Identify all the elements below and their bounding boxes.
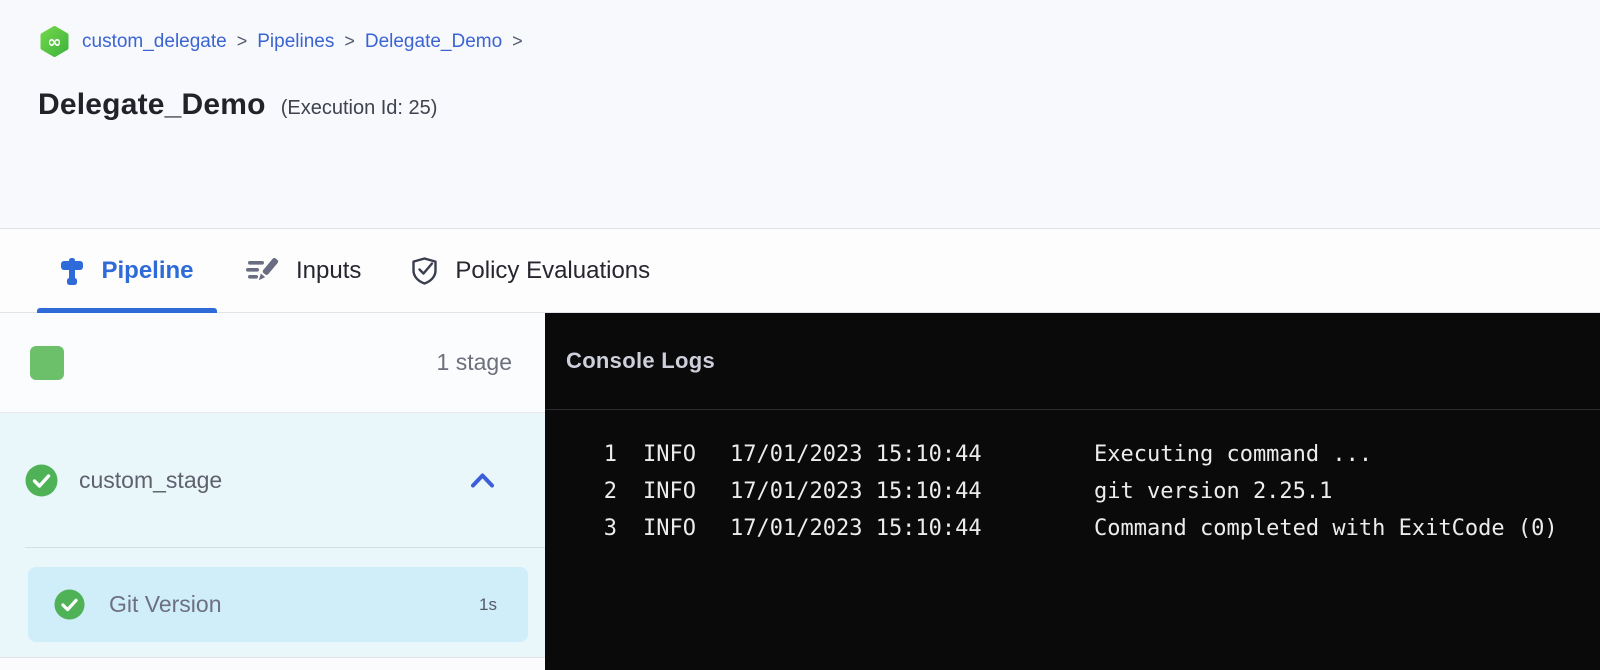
chevron-up-icon[interactable] (470, 472, 495, 489)
console-logs-panel: Console Logs 1 INFO 17/01/2023 15:10:44 … (545, 313, 1600, 670)
breadcrumb-link-pipelines[interactable]: Pipelines (257, 31, 334, 53)
log-line: 3 INFO 17/01/2023 15:10:44 Command compl… (603, 510, 1600, 547)
step-name-label: Git Version (109, 591, 479, 618)
step-list-divider (25, 547, 545, 548)
pipeline-execution-page: ∞ custom_delegate > Pipelines > Delegate… (0, 0, 1600, 670)
tab-pipeline[interactable]: Pipeline (37, 229, 217, 313)
stage-status-square (30, 346, 64, 380)
breadcrumb-link-pipeline-name[interactable]: Delegate_Demo (365, 31, 502, 53)
success-check-icon (25, 464, 58, 497)
log-timestamp: 17/01/2023 15:10:44 (730, 473, 982, 510)
breadcrumb-link-project[interactable]: custom_delegate (82, 31, 227, 53)
project-hexagon-infinity-icon: ∞ (40, 26, 69, 57)
console-logs-header: Console Logs (545, 313, 1600, 410)
stage-count-label: 1 stage (437, 349, 512, 376)
log-line-number: 3 (603, 510, 617, 547)
page-header: ∞ custom_delegate > Pipelines > Delegate… (0, 0, 1600, 229)
log-level: INFO (643, 510, 696, 547)
breadcrumb-separator: > (511, 31, 524, 52)
log-level: INFO (643, 436, 696, 473)
pipeline-icon (60, 256, 84, 286)
log-line-number: 1 (603, 436, 617, 473)
breadcrumb-separator: > (343, 31, 356, 52)
stage-row-custom-stage[interactable]: custom_stage (0, 413, 545, 547)
log-level: INFO (643, 473, 696, 510)
log-timestamp: 17/01/2023 15:10:44 (730, 436, 982, 473)
log-line: 2 INFO 17/01/2023 15:10:44 git version 2… (603, 473, 1600, 510)
inputs-edit-icon (246, 257, 279, 285)
stage-section: custom_stage Git Version 1s (0, 413, 545, 658)
stage-name-label: custom_stage (79, 467, 470, 494)
title-row: Delegate_Demo (Execution Id: 25) (38, 88, 437, 122)
console-logs-title: Console Logs (566, 348, 715, 374)
log-message: Command completed with ExitCode (0) (1094, 510, 1558, 547)
step-duration-label: 1s (479, 595, 497, 615)
log-message: Executing command ... (1094, 436, 1372, 473)
svg-text:∞: ∞ (47, 33, 61, 53)
tab-pipeline-label: Pipeline (101, 257, 193, 285)
log-timestamp: 17/01/2023 15:10:44 (730, 510, 982, 547)
step-row-git-version[interactable]: Git Version 1s (28, 567, 528, 642)
tab-policy-evaluations-label: Policy Evaluations (455, 257, 650, 285)
tab-policy-evaluations[interactable]: Policy Evaluations (411, 229, 650, 313)
tab-inputs[interactable]: Inputs (246, 229, 361, 313)
stage-panel: 1 stage custom_stage Git Version (0, 313, 545, 670)
success-check-icon (54, 589, 85, 620)
log-line-number: 2 (603, 473, 617, 510)
console-log-lines: 1 INFO 17/01/2023 15:10:44 Executing com… (545, 410, 1600, 547)
page-title: Delegate_Demo (38, 88, 266, 122)
policy-shield-icon (411, 256, 438, 286)
tab-inputs-label: Inputs (296, 257, 361, 285)
log-message: git version 2.25.1 (1094, 473, 1332, 510)
stage-panel-header: 1 stage (0, 313, 545, 413)
breadcrumb: ∞ custom_delegate > Pipelines > Delegate… (40, 26, 524, 57)
execution-tab-bar: Pipeline Inputs Policy Evaluations (0, 229, 1600, 313)
active-tab-underline (37, 308, 217, 313)
log-line: 1 INFO 17/01/2023 15:10:44 Executing com… (603, 436, 1600, 473)
execution-id-label: (Execution Id: 25) (281, 97, 438, 120)
breadcrumb-separator: > (236, 31, 249, 52)
